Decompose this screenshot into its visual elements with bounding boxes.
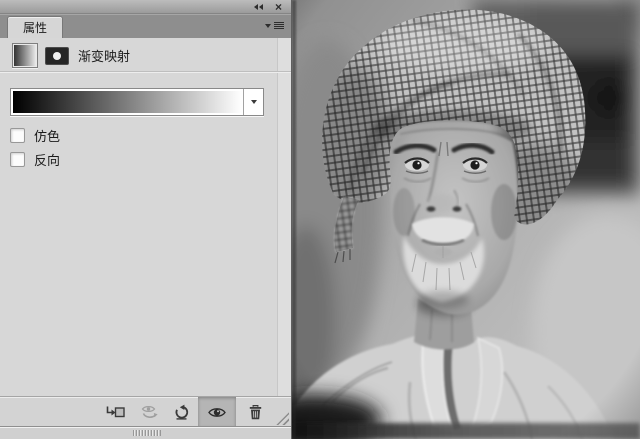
reset-button[interactable] — [167, 397, 195, 427]
dither-label: 仿色 — [34, 126, 60, 145]
clip-to-layer-icon — [105, 404, 125, 421]
portrait-photo — [292, 0, 640, 439]
triangle-down-icon — [251, 100, 257, 104]
trash-icon — [247, 404, 264, 421]
header-divider — [0, 71, 291, 73]
reverse-label: 反向 — [34, 150, 60, 169]
panel-content: 渐变映射 仿色 反向 — [0, 38, 291, 397]
panel-toolbar — [0, 396, 291, 427]
layer-mask-thumbnail-icon — [45, 47, 69, 65]
dither-checkbox[interactable] — [10, 128, 25, 143]
menu-lines-icon — [274, 22, 284, 29]
panel-drag-gripper[interactable] — [133, 430, 161, 436]
toggle-visibility-button[interactable] — [198, 397, 236, 427]
panel-resize-grip[interactable] — [273, 409, 289, 425]
gradient-swatch[interactable] — [13, 91, 242, 113]
panel-menu-button[interactable] — [265, 22, 284, 29]
panel-bottom-strip — [0, 426, 291, 439]
document-canvas[interactable] — [292, 0, 640, 439]
reverse-row: 反向 — [10, 151, 60, 167]
panel-group-topbar: × — [0, 0, 291, 14]
view-previous-state-button[interactable] — [133, 397, 165, 427]
reverse-checkbox[interactable] — [10, 152, 25, 167]
tab-properties[interactable]: 属性 — [7, 16, 63, 38]
left-triangle-icon — [254, 4, 258, 10]
scrollbar-track — [277, 38, 291, 397]
close-panel-button[interactable]: × — [275, 3, 282, 11]
eye-icon — [207, 405, 227, 420]
gradient-map-thumbnail-icon — [12, 43, 38, 68]
collapse-to-icons-button[interactable] — [254, 4, 263, 10]
dither-row: 仿色 — [10, 127, 60, 143]
adjustment-title: 渐变映射 — [78, 46, 130, 65]
panel-tabbar: 属性 — [0, 14, 291, 38]
gradient-dropdown-button[interactable] — [243, 89, 263, 115]
clip-to-layer-button[interactable] — [100, 397, 130, 427]
left-triangle-icon — [259, 4, 263, 10]
gradient-picker[interactable] — [10, 88, 264, 116]
eye-history-icon — [140, 404, 159, 420]
properties-panel: × 属性 渐变映射 仿色 反向 — [0, 0, 292, 439]
triangle-down-icon — [265, 24, 271, 28]
reset-arrow-icon — [173, 404, 190, 421]
delete-button[interactable] — [241, 397, 269, 427]
